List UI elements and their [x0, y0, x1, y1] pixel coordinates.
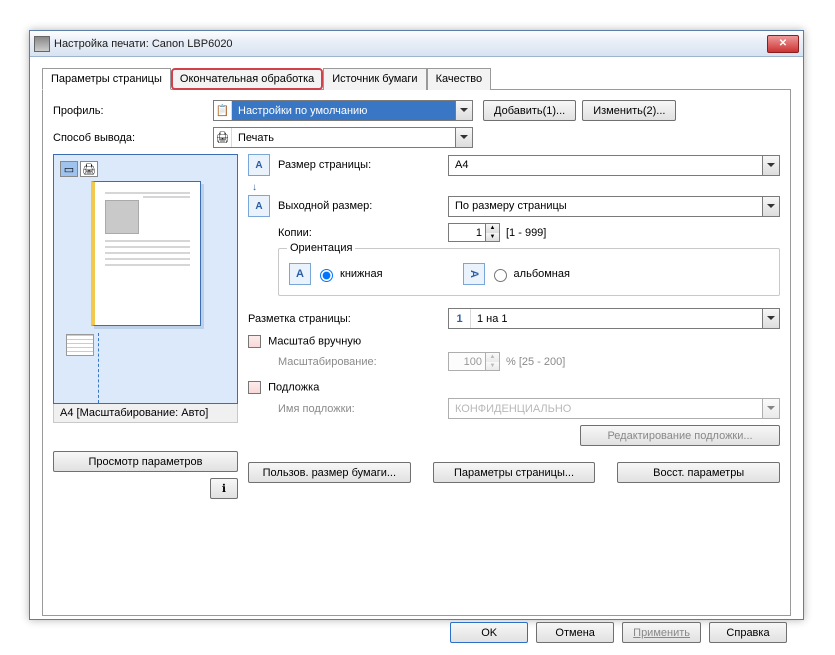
orientation-portrait[interactable]: A книжная [289, 263, 383, 285]
watermark-name-label: Имя подложки: [278, 403, 448, 415]
orientation-title: Ориентация [287, 242, 355, 254]
info-button[interactable]: ℹ [210, 478, 238, 499]
page-size-combo[interactable]: A4 [448, 155, 780, 176]
chevron-down-icon[interactable] [762, 156, 779, 175]
output-method-combo[interactable]: 🖨 Печать [213, 127, 473, 148]
ok-button[interactable]: OK [450, 622, 528, 643]
print-settings-dialog: Настройка печати: Canon LBP6020 ✕ Параме… [29, 30, 804, 620]
chevron-down-icon[interactable] [762, 309, 779, 328]
restore-defaults-button[interactable]: Восст. параметры [617, 462, 780, 483]
manual-scale-checkbox[interactable] [248, 335, 261, 348]
watermark-label: Подложка [268, 381, 319, 393]
portrait-icon: A [289, 263, 311, 285]
copies-input[interactable] [449, 224, 485, 241]
layout-icon: 1 [449, 309, 471, 328]
profile-label: Профиль: [53, 105, 213, 117]
landscape-radio[interactable] [494, 269, 507, 282]
output-method-label: Способ вывода: [53, 132, 213, 144]
profile-icon: 📋 [214, 101, 232, 120]
titlebar[interactable]: Настройка печати: Canon LBP6020 ✕ [30, 31, 803, 57]
layout-value: 1 на 1 [471, 313, 762, 325]
view-settings-button[interactable]: Просмотр параметров [53, 451, 238, 472]
page-size-value: A4 [449, 159, 762, 171]
tab-finishing[interactable]: Окончательная обработка [171, 68, 323, 90]
output-size-value: По размеру страницы [449, 200, 762, 212]
tab-page-settings[interactable]: Параметры страницы [42, 68, 171, 90]
add-profile-button[interactable]: Добавить(1)... [483, 100, 576, 121]
portrait-radio[interactable] [320, 269, 333, 282]
scale-input [449, 353, 485, 370]
preview-caption: A4 [Масштабирование: Авто] [53, 404, 238, 423]
chevron-down-icon[interactable] [455, 101, 472, 120]
watermark-checkbox[interactable] [248, 381, 261, 394]
page-size-label: Размер страницы: [278, 159, 448, 171]
layout-combo[interactable]: 1 1 на 1 [448, 308, 780, 329]
watermark-name-combo: КОНФИДЕНЦИАЛЬНО [448, 398, 780, 419]
orientation-landscape[interactable]: A альбомная [463, 263, 570, 285]
tab-paper-source[interactable]: Источник бумаги [323, 68, 426, 90]
edit-watermark-button: Редактирование подложки... [580, 425, 780, 446]
close-button[interactable]: ✕ [767, 35, 799, 53]
manual-scale-label: Масштаб вручную [268, 335, 361, 347]
page-size-icon: A [248, 154, 270, 176]
page-preview [91, 181, 201, 326]
page-options-button[interactable]: Параметры страницы... [433, 462, 596, 483]
output-size-icon: A [248, 195, 270, 217]
stack-icon [66, 334, 94, 356]
spinner-up[interactable]: ▲ [486, 224, 499, 233]
copies-range: [1 - 999] [506, 227, 546, 239]
printer-icon [34, 36, 50, 52]
tab-quality[interactable]: Качество [427, 68, 492, 90]
output-size-label: Выходной размер: [278, 200, 448, 212]
preview-mode-page[interactable]: ▭ [60, 161, 78, 177]
arrow-down-icon: ↓ [252, 182, 780, 193]
custom-paper-size-button[interactable]: Пользов. размер бумаги... [248, 462, 411, 483]
scale-suffix: % [25 - 200] [506, 356, 565, 368]
watermark-name-value: КОНФИДЕНЦИАЛЬНО [449, 403, 762, 415]
chevron-down-icon[interactable] [762, 197, 779, 216]
apply-button: Применить [622, 622, 701, 643]
edit-profile-button[interactable]: Изменить(2)... [582, 100, 676, 121]
scale-label: Масштабирование: [278, 356, 448, 368]
cancel-button[interactable]: Отмена [536, 622, 614, 643]
chevron-down-icon [762, 399, 779, 418]
profile-value: Настройки по умолчанию [232, 105, 455, 117]
window-title: Настройка печати: Canon LBP6020 [54, 38, 233, 50]
print-icon: 🖨 [214, 128, 232, 147]
preview-mode-printer[interactable]: 🖨 [80, 161, 98, 177]
profile-combo[interactable]: 📋 Настройки по умолчанию [213, 100, 473, 121]
spinner-down[interactable]: ▼ [486, 233, 499, 242]
help-button[interactable]: Справка [709, 622, 787, 643]
tab-strip: Параметры страницы Окончательная обработ… [42, 67, 791, 89]
scale-spinner: ▲▼ [448, 352, 500, 371]
orientation-group: Ориентация A книжная A альбомная [278, 248, 780, 296]
preview-pane: ▭ 🖨 [53, 154, 238, 404]
layout-label: Разметка страницы: [248, 313, 448, 325]
copies-label: Копии: [278, 227, 448, 239]
output-size-combo[interactable]: По размеру страницы [448, 196, 780, 217]
copies-spinner[interactable]: ▲▼ [448, 223, 500, 242]
chevron-down-icon[interactable] [455, 128, 472, 147]
output-method-value: Печать [232, 132, 455, 144]
landscape-icon: A [463, 263, 485, 285]
